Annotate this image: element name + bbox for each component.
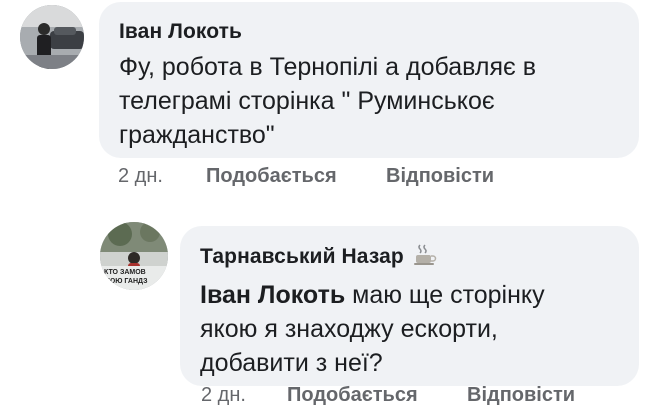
avatar-photo-nazar: КТО ЗАМОВ ЮЮ ГАНДЗ [100, 222, 168, 290]
reply-button-2[interactable]: Відповісти [467, 384, 575, 407]
comment-text-1: Фу, робота в Тернопілі а добавляє в теле… [119, 50, 629, 152]
coffee-cup-icon [413, 243, 438, 271]
comment-author-name-2[interactable]: Тарнавський Назар [200, 245, 404, 268]
avatar-caption-2: ЮЮ ГАНДЗ [108, 278, 148, 285]
avatar-caption-1: КТО ЗАМОВ [104, 269, 146, 276]
comment-2-line-2: якою я знаходжу ескорти, [200, 315, 498, 343]
avatar-photo-ivan [20, 5, 84, 69]
comment-bubble-1: Іван Локоть Фу, робота в Тернопілі а доб… [99, 2, 639, 158]
comment-2-line-1: маю ще сторінку [345, 281, 545, 309]
reply-button-1[interactable]: Відповісти [386, 165, 494, 188]
comment-1-line-1: Фу, робота в Тернопілі а добавляє в [119, 53, 536, 81]
comment-time-2[interactable]: 2 дн. [201, 384, 246, 407]
comment-1-line-3: гражданство" [119, 121, 275, 149]
like-button-2[interactable]: Подобається [287, 384, 418, 407]
comment-actions-2: 2 дн. Подобається Відповісти [201, 384, 621, 410]
comment-1: Іван Локоть Фу, робота в Тернопілі а доб… [0, 0, 660, 200]
comment-2-line-3: добавити з неї? [200, 349, 383, 377]
avatar-nazar[interactable]: КТО ЗАМОВ ЮЮ ГАНДЗ [100, 222, 168, 290]
comment-time-1[interactable]: 2 дн. [118, 165, 163, 188]
comment-bubble-2: Тарнавський Назар Іван Локоть маю ще сто… [180, 226, 639, 386]
avatar-ivan[interactable] [20, 5, 84, 69]
comment-text-2: Іван Локоть маю ще сторінку якою я знахо… [200, 278, 630, 380]
like-button-1[interactable]: Подобається [206, 165, 337, 188]
mention-link[interactable]: Іван Локоть [200, 281, 345, 309]
comment-2-line-1-wrap: Іван Локоть маю ще сторінку [200, 278, 630, 312]
comment-1-line-2: телеграмі сторінка " Руминськоє [119, 87, 495, 115]
comment-author-2: Тарнавський Назар [200, 243, 438, 271]
comment-2: КТО ЗАМОВ ЮЮ ГАНДЗ Тарнавський Назар Іва… [0, 210, 660, 419]
comment-actions-1: 2 дн. Подобається Відповісти [118, 165, 538, 191]
comment-author-1[interactable]: Іван Локоть [119, 20, 242, 44]
